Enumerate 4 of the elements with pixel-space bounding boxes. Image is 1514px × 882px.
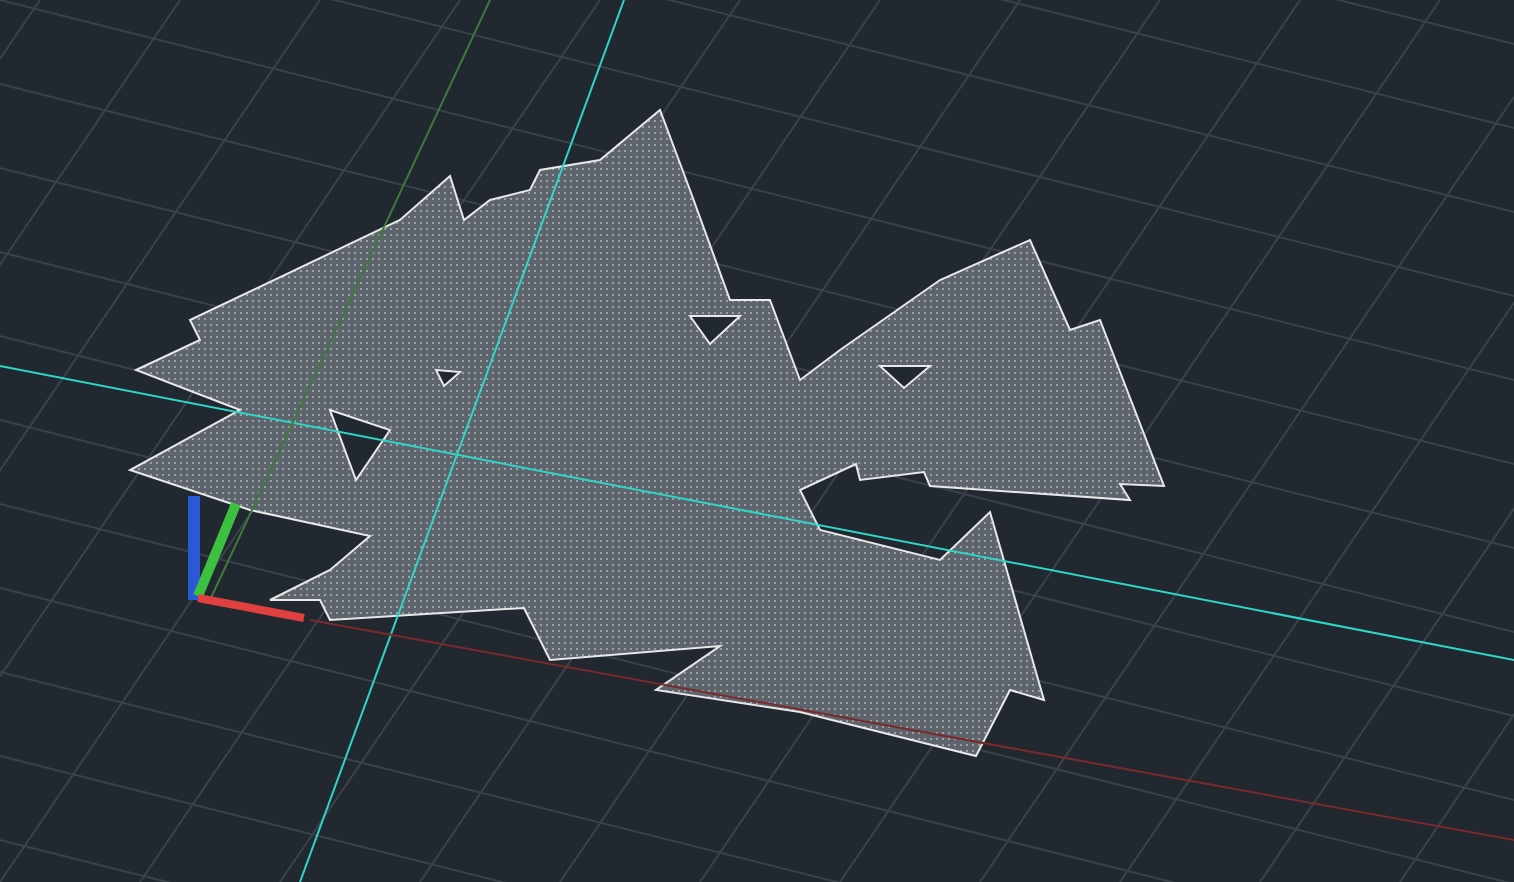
triangle-cutout: [328, 408, 392, 483]
triangle-cutout: [434, 368, 463, 388]
triangle-cutout: [688, 315, 743, 346]
triangle-cutout: [877, 365, 933, 390]
